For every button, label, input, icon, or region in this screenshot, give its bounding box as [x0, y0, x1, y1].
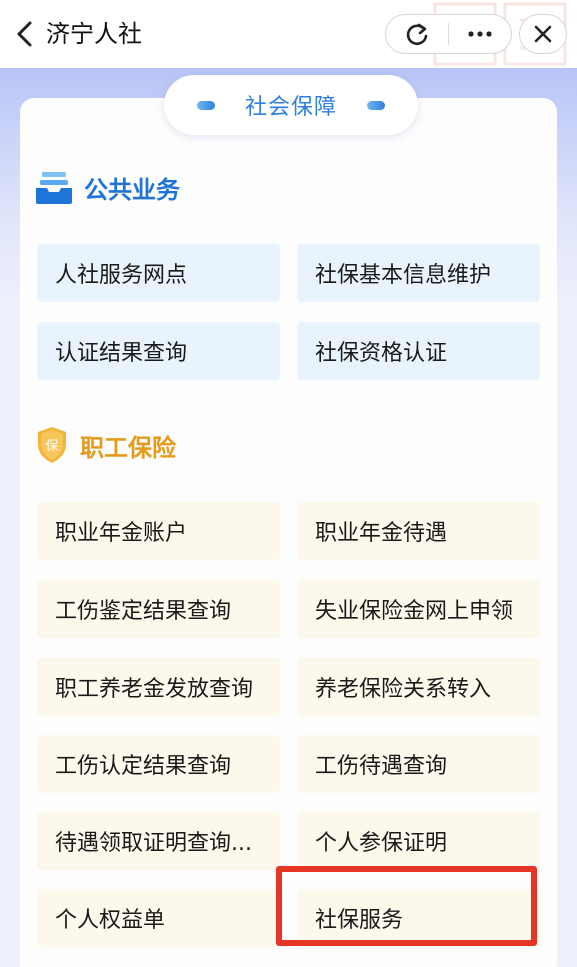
tile-social-security-services[interactable]: 社保服务: [297, 889, 540, 947]
tile-injury-benefits-query[interactable]: 工伤待遇查询: [297, 735, 540, 793]
back-button[interactable]: [10, 18, 40, 50]
mini-program-capsule: [385, 14, 512, 54]
page-title: 济宁人社: [46, 20, 142, 48]
section-header-public: 公共业务: [36, 167, 180, 207]
chevron-left-icon: [17, 21, 32, 47]
more-icon: [468, 31, 492, 37]
tile-label: 养老保险关系转入: [315, 677, 492, 702]
tile-label: 个人参保证明: [315, 831, 448, 856]
tile-service-outlets[interactable]: 人社服务网点: [37, 244, 280, 302]
shield-badge-text: 保: [45, 439, 58, 454]
tile-label: 社保基本信息维护: [315, 263, 492, 288]
tile-injury-recognition-query[interactable]: 工伤认定结果查询: [37, 735, 280, 793]
tile-occupational-annuity-benefits[interactable]: 职业年金待遇: [297, 502, 540, 560]
top-nav-bar: 济宁人社: [0, 0, 577, 68]
tile-label: 社保资格认证: [315, 341, 448, 366]
more-button[interactable]: [449, 14, 511, 54]
inbox-tray-icon: [36, 172, 72, 204]
tile-occupational-annuity-account[interactable]: 职业年金账户: [37, 502, 280, 560]
refresh-icon: [406, 23, 428, 46]
tile-label: 待遇领取证明查询...: [55, 831, 252, 856]
tile-label: 职业年金账户: [55, 521, 188, 546]
tile-insurance-certificate[interactable]: 个人参保证明: [297, 812, 540, 870]
tile-label: 社保服务: [315, 908, 404, 933]
tile-pension-transfer-in[interactable]: 养老保险关系转入: [297, 658, 540, 716]
tab-label: 社会保障: [244, 95, 337, 120]
tile-pension-payment-query[interactable]: 职工养老金发放查询: [37, 658, 280, 716]
tile-label: 失业保险金网上申领: [315, 599, 514, 624]
tile-label: 人社服务网点: [55, 263, 188, 288]
section-header-worker-insurance: 保 职工保险: [36, 425, 176, 465]
section-title-worker-insurance: 职工保险: [80, 433, 176, 462]
close-button[interactable]: [519, 14, 567, 54]
section-title-public: 公共业务: [84, 175, 180, 204]
tab-social-security[interactable]: 社会保障: [164, 75, 418, 135]
tab-left-dash-icon: [196, 100, 215, 110]
tab-right-dash-icon: [367, 100, 385, 110]
tile-benefit-certificate-query[interactable]: 待遇领取证明查询...: [37, 812, 280, 870]
tile-label: 认证结果查询: [55, 341, 188, 366]
tile-unemployment-online-claim[interactable]: 失业保险金网上申领: [297, 580, 540, 638]
refresh-button[interactable]: [386, 14, 448, 54]
tile-label: 个人权益单: [55, 908, 166, 933]
tile-qualification-certification[interactable]: 社保资格认证: [297, 322, 540, 380]
tile-injury-appraisal-query[interactable]: 工伤鉴定结果查询: [37, 580, 280, 638]
tile-label: 工伤认定结果查询: [55, 754, 232, 779]
tile-basic-info-maintenance[interactable]: 社保基本信息维护: [297, 244, 540, 302]
tile-label: 工伤鉴定结果查询: [55, 599, 232, 624]
tile-certification-result-query[interactable]: 认证结果查询: [37, 322, 280, 380]
tile-label: 职工养老金发放查询: [55, 677, 254, 702]
tile-label: 工伤待遇查询: [315, 754, 448, 779]
tile-personal-rights-statement[interactable]: 个人权益单: [37, 889, 280, 947]
close-icon: [534, 25, 552, 43]
shield-bao-icon: 保: [38, 427, 66, 463]
tile-label: 职业年金待遇: [315, 521, 448, 546]
